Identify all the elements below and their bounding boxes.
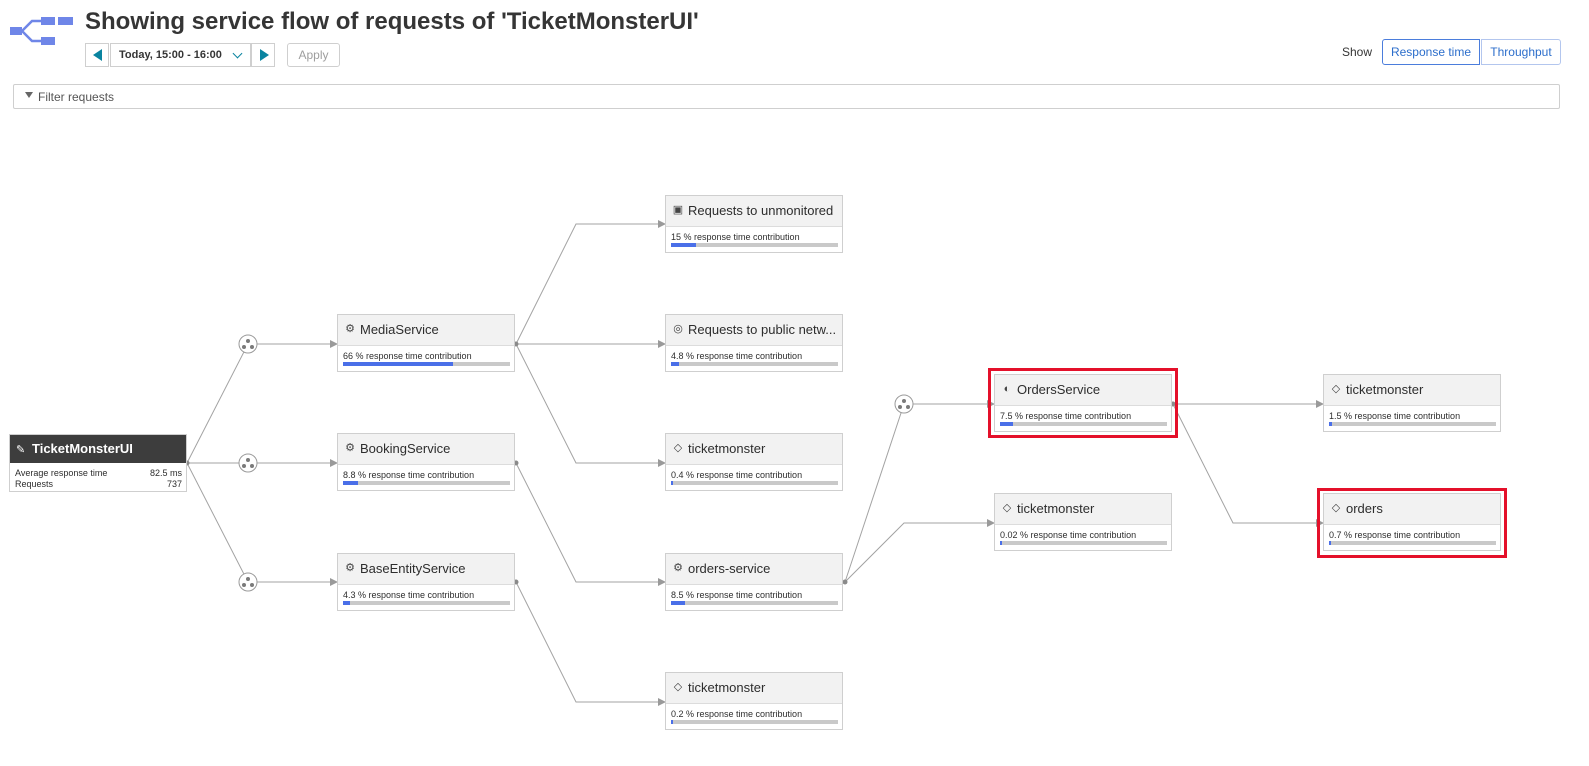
contribution-fill <box>671 481 673 485</box>
contribution-label: 66 % response time contribution <box>343 351 472 361</box>
contribution-fill <box>343 601 351 605</box>
requests-row: Requests 737 <box>15 479 182 489</box>
contribution-label: 0.4 % response time contribution <box>671 470 803 480</box>
database-icon: ◇ <box>1002 502 1012 514</box>
node-name: ticketmonster <box>1346 382 1424 397</box>
contribution-fill <box>671 720 673 724</box>
contribution-fill <box>343 362 454 366</box>
highlight-box-orders <box>1317 488 1507 558</box>
service-node-mediaservice[interactable]: ⚙ MediaService 66 % response time contribu… <box>337 314 515 372</box>
node-name: ticketmonster <box>1017 501 1095 516</box>
contribution-label: 8.5 % response time contribution <box>671 590 803 600</box>
contribution-label: 8.8 % response time contribution <box>343 470 475 480</box>
contribution-fill <box>671 243 697 247</box>
contribution-fill <box>343 481 358 485</box>
requests-value: 737 <box>166 479 182 489</box>
node-name: MediaService <box>360 322 439 337</box>
edge-orderssvc-tm3 <box>844 519 995 583</box>
contribution-bar <box>671 243 838 247</box>
node-name: Requests to unmonitored ... <box>688 203 838 218</box>
node-name: ticketmonster <box>688 680 766 695</box>
service-icon: ⚙ <box>345 442 355 454</box>
edge-media-unmonitored <box>515 220 666 345</box>
contribution-label: 0.2 % response time contribution <box>671 709 803 719</box>
contribution-fill <box>671 362 680 366</box>
service-icon: ⚙ <box>345 562 355 574</box>
contribution-bar <box>343 481 510 485</box>
contribution-bar <box>1000 541 1167 545</box>
contribution-bar <box>671 481 838 485</box>
highlight-box-ordersservice <box>988 368 1178 438</box>
edge-media-tm1 <box>515 343 666 467</box>
database-node-ticketmonster[interactable]: ◇ ticketmonster 0.2 % response time contri… <box>665 672 843 730</box>
browser-app-icon: ✎ <box>16 444 26 456</box>
contribution-bar <box>1329 422 1496 426</box>
service-icon: ⚙ <box>345 323 355 335</box>
service-icon: ⚙ <box>673 562 683 574</box>
contribution-bar <box>671 720 838 724</box>
requests-label: Requests <box>15 479 54 489</box>
contribution-label: 15 % response time contribution <box>671 232 800 242</box>
service-node-unmonitored-requests[interactable]: ▣ Requests to unmonitored ... 15 % respons… <box>665 195 843 253</box>
database-node-ticketmonster[interactable]: ◇ ticketmonster 0.4 % response time contri… <box>665 433 843 491</box>
edge-ordersService-orders <box>1172 403 1324 527</box>
edge-baseentity-tm2 <box>515 581 666 706</box>
root-node-ticketmonsterui[interactable]: ✎ TicketMonsterUI Average response time … <box>9 434 187 492</box>
database-icon: ◇ <box>1331 383 1341 395</box>
edge-booking-orderssvc <box>515 462 666 586</box>
root-node-name: TicketMonsterUI <box>32 441 133 456</box>
node-name: Requests to public netw... <box>688 322 837 337</box>
contribution-bar <box>671 601 838 605</box>
node-name: BaseEntityService <box>360 561 466 576</box>
avg-response-value: 82.5 ms <box>149 468 182 478</box>
globe-icon: ◎ <box>673 323 683 335</box>
contribution-label: 1.5 % response time contribution <box>1329 411 1461 421</box>
contribution-label: 4.3 % response time contribution <box>343 590 475 600</box>
service-node-bookingservice[interactable]: ⚙ BookingService 8.8 % response time contr… <box>337 433 515 491</box>
contribution-label: 0.02 % response time contribution <box>1000 530 1137 540</box>
service-node-baseentityservice[interactable]: ⚙ BaseEntityService 4.3 % response time co… <box>337 553 515 611</box>
node-name: BookingService <box>360 441 451 456</box>
database-node-ticketmonster[interactable]: ◇ ticketmonster 1.5 % response time contri… <box>1323 374 1501 432</box>
service-node-public-network[interactable]: ◎ Requests to public netw... 4.8 % respons… <box>665 314 843 372</box>
contribution-bar <box>343 362 510 366</box>
server-icon: ▣ <box>672 204 684 216</box>
contribution-label: 4.8 % response time contribution <box>671 351 803 361</box>
node-name: ticketmonster <box>688 441 766 456</box>
edge-root-baseentity <box>186 462 338 586</box>
contribution-fill <box>1329 422 1332 426</box>
database-node-ticketmonster[interactable]: ◇ ticketmonster 0.02 % response time contr… <box>994 493 1172 551</box>
avg-response-label: Average response time <box>15 468 108 478</box>
contribution-bar <box>343 601 510 605</box>
edge-orderssvc-ordersService <box>844 400 995 583</box>
node-name: orders-service <box>688 561 771 576</box>
avg-response-row: Average response time 82.5 ms <box>15 468 182 478</box>
contribution-bar <box>671 362 838 366</box>
edge-root-media <box>186 340 338 464</box>
contribution-fill <box>671 601 686 605</box>
database-icon: ◇ <box>673 442 683 454</box>
contribution-fill <box>1000 541 1002 545</box>
service-node-orders-service[interactable]: ⚙ orders-service 8.5 % response time contr… <box>665 553 843 611</box>
database-icon: ◇ <box>673 681 683 693</box>
